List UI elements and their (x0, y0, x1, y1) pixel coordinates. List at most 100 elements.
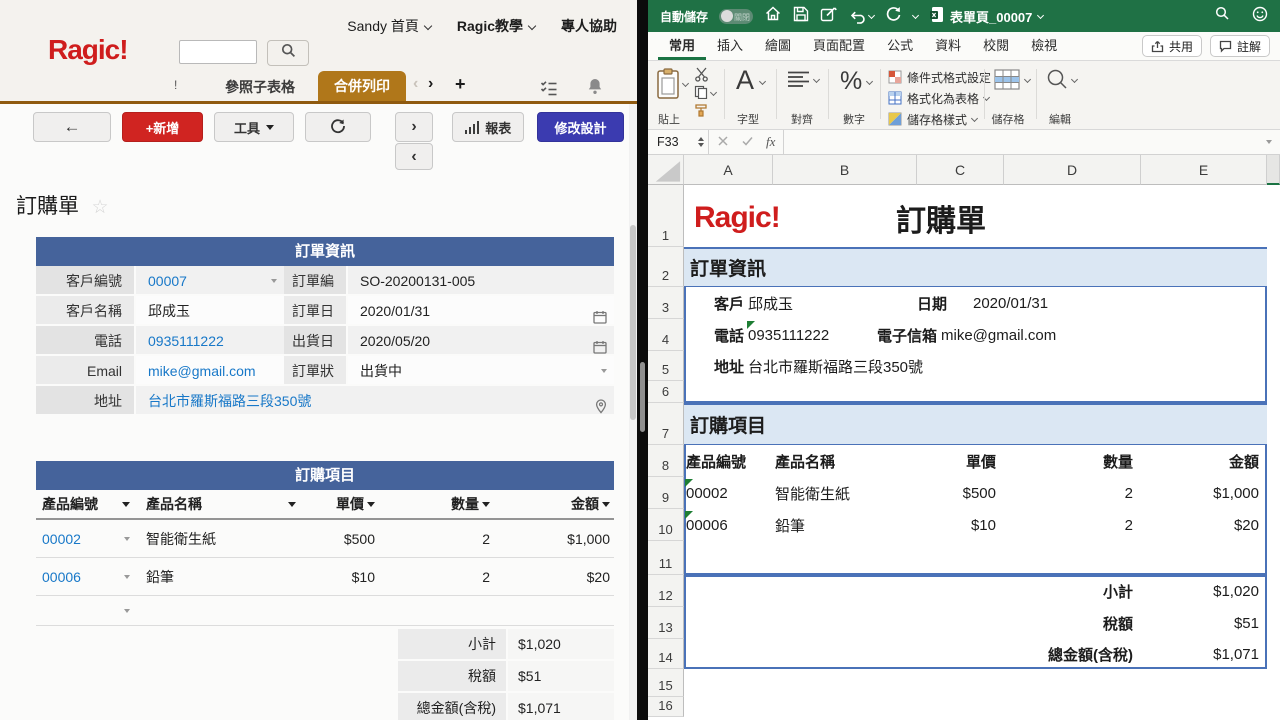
formula-bar-expand-icon[interactable] (1266, 140, 1272, 144)
add-record-button[interactable]: +新增 (122, 112, 203, 142)
sheet-grand-total-label[interactable]: 總金額(含稅) (933, 639, 1133, 669)
row-header[interactable]: 11 (648, 541, 684, 575)
row-header[interactable]: 5 (648, 351, 684, 381)
edit-button[interactable] (1046, 68, 1068, 95)
comments-button[interactable]: 註解 (1210, 35, 1270, 57)
cell-styles-button[interactable]: 儲存格樣式 (888, 111, 977, 127)
add-tab-button[interactable]: + (455, 74, 466, 95)
align-chevron-icon[interactable] (813, 76, 820, 83)
align-button[interactable] (788, 71, 809, 93)
checklist-icon[interactable] (540, 80, 558, 101)
tools-menu-button[interactable]: 工具 (214, 112, 294, 142)
item-amount[interactable]: $20 (490, 558, 614, 595)
sort-caret-icon[interactable] (482, 502, 490, 507)
name-box[interactable]: F33 (648, 130, 698, 154)
tab-scroll-left-icon[interactable]: ‹ (413, 75, 418, 93)
support-link[interactable]: 專人協助 (561, 16, 617, 36)
font-chevron-icon[interactable] (759, 78, 766, 85)
caret-down-icon[interactable] (271, 279, 277, 283)
sheet-subtotal-label[interactable]: 小計 (933, 575, 1133, 607)
sheet-item-code[interactable]: 00002 (686, 477, 728, 509)
edit-chevron-icon[interactable] (1071, 76, 1078, 83)
item-price[interactable]: $10 (310, 558, 375, 595)
tab-home[interactable]: 常用 (658, 32, 706, 60)
user-home-menu[interactable]: Sandy 首頁 (347, 16, 431, 36)
format-as-table-button[interactable]: 格式化為表格 (888, 90, 989, 106)
item-qty[interactable]: 2 (375, 520, 490, 557)
sheet-item-price[interactable]: $500 (917, 477, 996, 509)
sheet-info-title-cell[interactable]: 訂單資訊 (690, 247, 766, 287)
paste-button[interactable] (656, 68, 680, 105)
sheet-email-value[interactable]: mike@gmail.com (941, 319, 1056, 351)
sheet-logo-cell[interactable]: Ragic! (694, 189, 780, 247)
tab-reference-subtable[interactable]: 參照子表格 (200, 77, 320, 97)
item-product-id[interactable]: 00006 (36, 558, 140, 595)
col-header-price[interactable]: 單價 (310, 490, 375, 518)
tab-draw[interactable]: 繪圖 (754, 32, 802, 60)
refresh-button[interactable] (305, 112, 371, 142)
row-header[interactable]: 7 (648, 403, 684, 445)
sort-caret-icon[interactable] (602, 502, 610, 507)
caret-down-icon[interactable] (124, 575, 130, 579)
search-input[interactable] (179, 40, 257, 64)
sheet-tax-label[interactable]: 稅額 (933, 607, 1133, 639)
redo-icon[interactable] (885, 6, 902, 27)
item-product-id[interactable]: 00002 (36, 520, 140, 557)
sheet-item-amount[interactable]: $1,000 (1141, 477, 1259, 509)
sheet-col-product-name[interactable]: 產品名稱 (775, 445, 835, 477)
document-title[interactable]: 表單頁_00007 (929, 6, 1043, 26)
next-record-button[interactable]: › (395, 112, 433, 142)
notifications-bell-icon[interactable] (587, 78, 603, 100)
number-button[interactable]: % (840, 67, 862, 96)
phone-field[interactable]: 0935111222 (136, 326, 284, 354)
caret-down-icon[interactable] (601, 369, 607, 373)
home-icon[interactable] (764, 5, 782, 27)
feedback-smiley-icon[interactable] (1252, 6, 1268, 27)
sheet-items-title-cell[interactable]: 訂購項目 (690, 403, 766, 445)
divider-scrollbar-thumb[interactable] (640, 362, 645, 432)
col-header-qty[interactable]: 數量 (375, 490, 490, 518)
item-qty[interactable]: 2 (375, 558, 490, 595)
enter-check-icon[interactable] (737, 133, 758, 151)
col-header-product-id[interactable]: 產品編號 (36, 490, 140, 518)
column-header-e[interactable]: E (1141, 155, 1267, 185)
column-header-a[interactable]: A (684, 155, 773, 185)
sheet-date-value[interactable]: 2020/01/31 (973, 287, 1048, 319)
row-header[interactable]: 6 (648, 381, 684, 403)
sheet-customer-value[interactable]: 邱成玉 (748, 287, 793, 319)
cells-chevron-icon[interactable] (1024, 76, 1031, 83)
cells-button[interactable] (994, 69, 1020, 95)
customer-name-field[interactable]: 邱成玉 (136, 296, 284, 324)
customer-id-field[interactable]: 00007 (136, 266, 284, 294)
sheet-grand-total-value[interactable]: $1,071 (1141, 639, 1259, 669)
item-price[interactable]: $500 (310, 520, 375, 557)
sheet-item-name[interactable]: 智能衛生紙 (775, 477, 850, 509)
column-header-c[interactable]: C (917, 155, 1004, 185)
share-button[interactable]: 共用 (1142, 35, 1202, 57)
row-header[interactable]: 14 (648, 639, 684, 669)
copy-chevron-icon[interactable] (710, 89, 717, 96)
save-icon[interactable] (793, 6, 809, 27)
copy-icon[interactable] (694, 85, 708, 104)
sheet-col-product-id[interactable]: 產品編號 (686, 445, 746, 477)
report-button[interactable]: 報表 (452, 112, 524, 142)
sheet-date-label[interactable]: 日期 (917, 287, 947, 319)
sheet-item-amount[interactable]: $20 (1141, 509, 1259, 541)
order-status-field[interactable]: 出貨中 (348, 356, 614, 384)
row-header[interactable]: 3 (648, 287, 684, 319)
ragic-logo[interactable]: Ragic! (48, 34, 128, 66)
tab-review[interactable]: 校閱 (972, 32, 1020, 60)
edit-pencil-icon[interactable] (820, 6, 838, 27)
cancel-icon[interactable] (709, 133, 737, 151)
left-scrollbar-thumb[interactable] (630, 225, 636, 420)
column-header-b[interactable]: B (773, 155, 917, 185)
info-banner[interactable] (684, 247, 1267, 287)
address-field[interactable]: 台北市羅斯福路三段350號 (136, 386, 614, 414)
tab-insert[interactable]: 插入 (706, 32, 754, 60)
sheet-customer-label[interactable]: 客戶 (684, 287, 744, 319)
row-header[interactable]: 2 (648, 247, 684, 287)
undo-icon[interactable] (849, 9, 874, 24)
sheet-item-name[interactable]: 鉛筆 (775, 509, 805, 541)
tab-page-layout[interactable]: 頁面配置 (802, 32, 876, 60)
format-painter-icon[interactable] (694, 103, 709, 123)
